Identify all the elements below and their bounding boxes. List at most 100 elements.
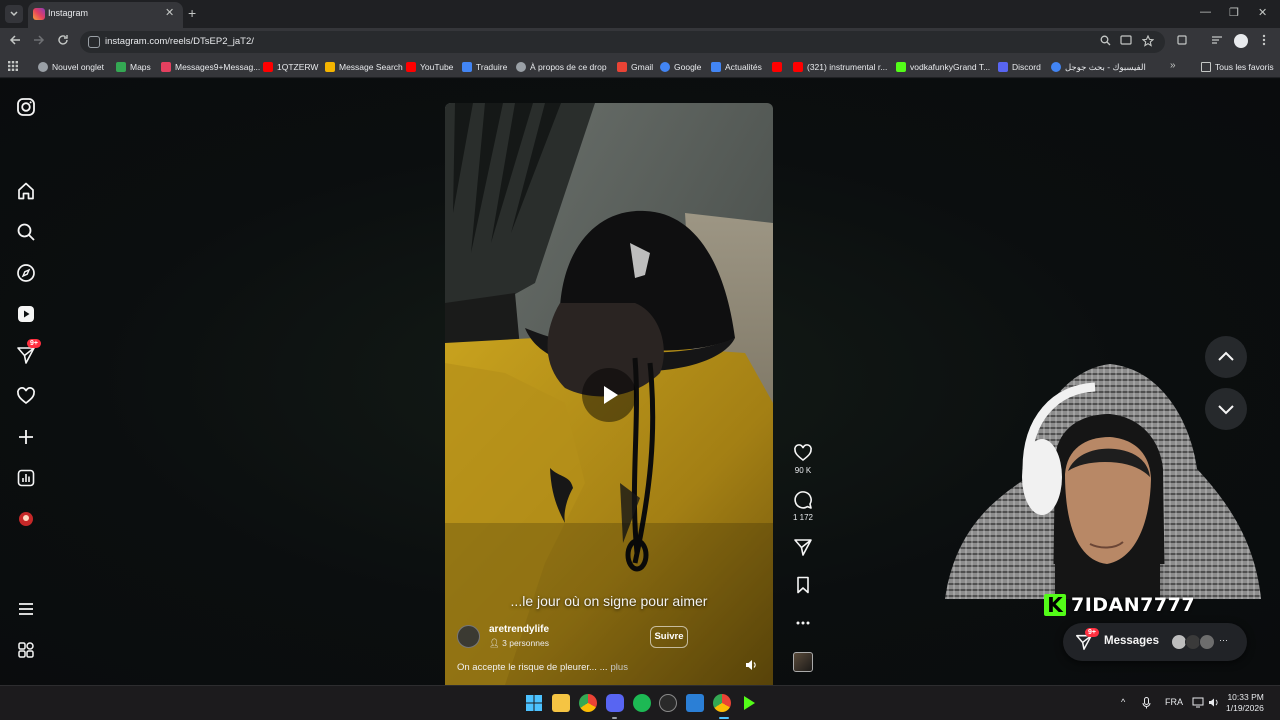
bookmark-item[interactable]: À propos de ce drop [516,60,607,74]
also-from-meta-icon[interactable] [16,640,36,660]
volume-icon[interactable] [744,658,758,672]
messages-badge: 9+ [1085,628,1099,637]
bookmark-label: Message Search [339,62,403,72]
bookmark-label: vodkafunkyGrand T... [910,62,991,72]
save-bookmark-icon[interactable] [793,575,813,595]
bookmarks-more-button[interactable]: » [1170,60,1176,71]
chart-icon [325,62,335,72]
profile-avatar-icon[interactable] [1234,34,1248,48]
browser-menu-icon[interactable] [1262,34,1266,49]
dashboard-icon[interactable] [16,468,36,488]
bookmark-item[interactable]: الفيسبوك - بحث جوجل [1051,60,1146,74]
cast-icon[interactable] [1120,35,1132,49]
reel-description[interactable]: On accepte le risque de pleurer... ... pl… [457,662,628,673]
author-avatar[interactable] [457,625,480,648]
all-favorites-button[interactable]: Tous les favoris [1201,60,1274,74]
instagram-logo-icon[interactable] [16,97,36,117]
bookmark-item[interactable]: YouTube [406,60,453,74]
start-menu-icon[interactable] [525,694,543,712]
audio-thumbnail[interactable] [793,652,813,672]
home-icon[interactable] [16,181,36,201]
messages-send-icon[interactable]: 9+ [16,339,41,365]
person-icon: 👤︎ [489,638,500,648]
maps-icon [116,62,126,72]
reels-icon[interactable] [16,304,36,324]
site-info-icon[interactable] [88,36,100,48]
instagram-favicon-icon [33,8,45,20]
app-icon[interactable] [686,694,704,712]
restore-button[interactable]: ❐ [1229,6,1239,19]
more-link[interactable]: plus [611,662,628,673]
tab-title: Instagram [48,8,89,18]
streamer-tag: K 7IDAN7777 [1044,592,1195,618]
apps-grid-icon[interactable] [8,61,18,74]
news-icon [711,62,721,72]
bookmark-item[interactable]: Google [660,60,701,74]
reel-video[interactable]: ...le jour où on signe pour aimer aretre… [445,103,773,685]
profile-avatar-icon[interactable] [16,509,36,529]
microphone-icon[interactable] [1142,697,1151,711]
bookmark-item[interactable] [772,60,786,74]
file-explorer-icon[interactable] [552,694,570,712]
system-clock[interactable]: 10:33 PM 1/19/2026 [1226,692,1264,714]
speaker-icon[interactable] [1208,697,1220,710]
chrome-active-icon[interactable] [713,694,731,712]
share-send-icon[interactable] [793,537,813,557]
bookmark-item[interactable]: Gmail [617,60,653,74]
url-text[interactable]: instagram.com/reels/DTsEP2_jaT2/ [105,36,254,47]
follow-button[interactable]: Suivre [650,626,688,648]
reload-icon[interactable] [57,34,69,49]
author-username[interactable]: aretrendylife [489,624,549,635]
conversation-avatar[interactable] [1199,634,1215,650]
bookmark-item[interactable]: Message Search [325,60,403,74]
address-bar[interactable]: instagram.com/reels/DTsEP2_jaT2/ [80,31,1165,53]
bookmark-label: (321) instrumental r... [807,62,888,72]
like-heart-icon[interactable] [793,443,813,463]
tab-close-button[interactable]: ✕ [165,6,174,19]
more-options-icon[interactable] [793,613,813,633]
tray-overflow-icon[interactable]: ^ [1121,697,1125,707]
tab-instagram[interactable]: Instagram ✕ [28,2,183,28]
tab-search-button[interactable] [5,5,23,23]
streamer-name: 7IDAN7777 [1071,594,1196,616]
zoom-icon[interactable] [1100,35,1111,49]
network-icon[interactable] [1192,697,1204,710]
create-plus-icon[interactable] [16,427,36,447]
instagram-page: 9+ ...le jour où on signe pour aimer are… [0,79,1280,685]
new-tab-button[interactable]: + [188,5,196,21]
bookmark-item[interactable]: Maps [116,60,151,74]
reel-actions: 90 K 1 172 [782,79,824,685]
notifications-heart-icon[interactable] [16,386,36,406]
play-button[interactable] [582,368,636,422]
more-menu-icon[interactable] [16,599,36,619]
bookmark-item[interactable]: Messages9+Messag... [161,60,260,74]
back-arrow-icon[interactable] [9,34,21,49]
reading-list-icon[interactable] [1211,34,1223,49]
comment-count: 1 172 [792,513,814,522]
forward-arrow-icon[interactable] [33,34,45,49]
bookmark-item[interactable]: (321) instrumental r... [793,60,887,74]
clock-date: 1/19/2026 [1226,703,1264,713]
spotify-icon[interactable] [633,694,651,712]
minimize-button[interactable]: — [1200,6,1211,18]
bookmark-star-icon[interactable] [1141,34,1155,50]
search-icon[interactable] [16,222,36,242]
language-indicator[interactable]: FRA [1165,697,1183,707]
bookmark-item[interactable]: Nouvel onglet [38,60,104,74]
bookmark-item[interactable]: vodkafunkyGrand T... [896,60,990,74]
extensions-icon[interactable] [1176,34,1188,49]
comment-icon[interactable] [793,490,813,510]
chrome-icon[interactable] [579,694,597,712]
kick-app-icon[interactable] [740,694,758,712]
bookmark-item[interactable]: Actualités [711,60,762,74]
clock-time: 10:33 PM [1227,692,1264,702]
bookmark-item[interactable]: 1QTZERW [263,60,318,74]
explore-compass-icon[interactable] [16,263,36,283]
bookmark-item[interactable]: Discord [998,60,1041,74]
bookmark-item[interactable]: Traduire [462,60,507,74]
messages-popup-button[interactable]: 9+ Messages ··· [1063,623,1247,661]
discord-icon[interactable] [606,694,624,712]
more-conversations-icon[interactable]: ··· [1219,635,1228,645]
obs-icon[interactable] [659,694,677,712]
close-window-button[interactable]: ✕ [1258,6,1267,19]
